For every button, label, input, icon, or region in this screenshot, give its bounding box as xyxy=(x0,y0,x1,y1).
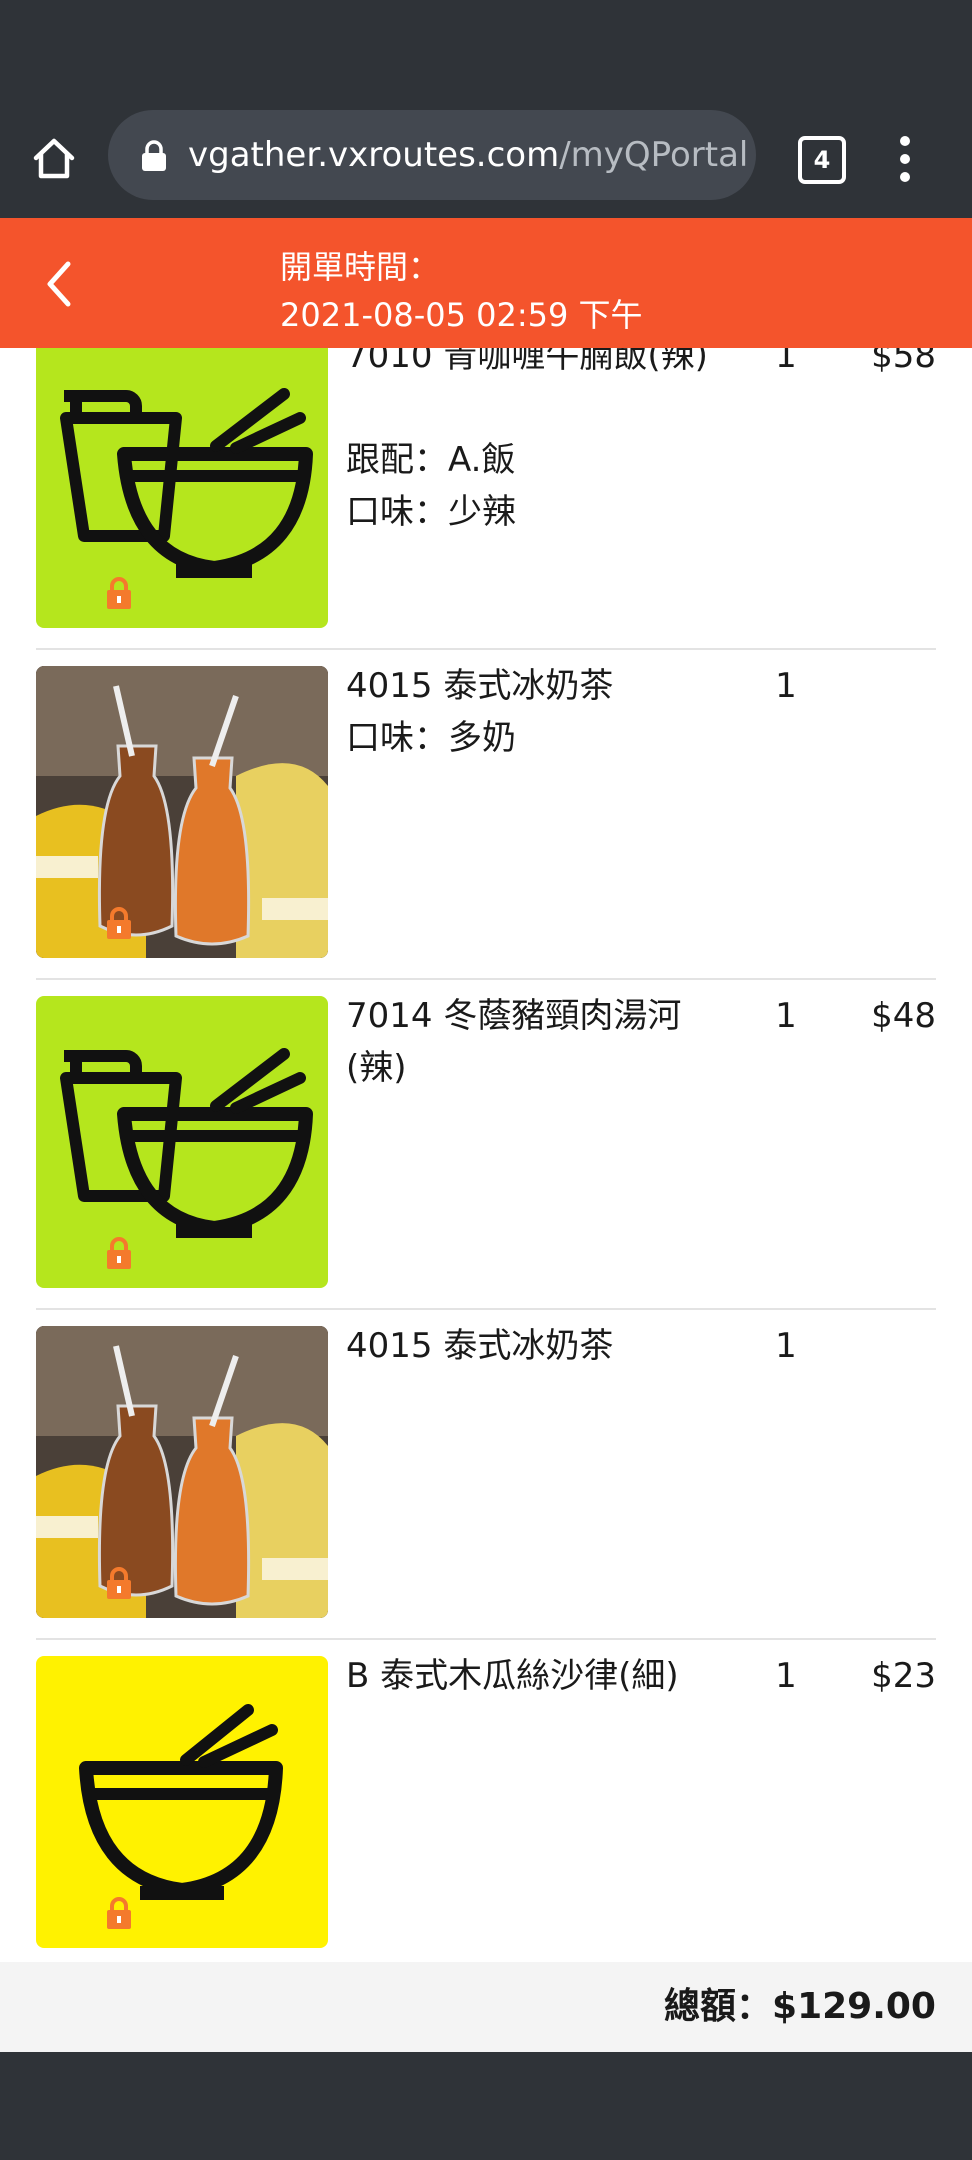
item-price: $58 xyxy=(871,348,936,376)
food-thumbnail xyxy=(36,1656,328,1948)
item-name: 4015 泰式冰奶茶 xyxy=(346,1326,614,1366)
list-item[interactable]: 4015 泰式冰奶茶 口味：多奶 1 xyxy=(36,648,936,980)
item-name: B 泰式木瓜絲沙律(細) xyxy=(346,1656,679,1696)
food-thumbnail xyxy=(36,348,328,628)
tab-switcher-button[interactable]: 4 xyxy=(798,136,846,184)
item-quantity: 1 xyxy=(775,666,797,706)
url-host: vgather.vxroutes.com xyxy=(188,135,560,175)
url-path: /myQPortal/ xyxy=(559,135,748,175)
list-item[interactable]: B 泰式木瓜絲沙律(細) 1 $23 xyxy=(36,1638,936,1962)
item-name: 7014 冬蔭豬頸肉湯河(辣) xyxy=(346,996,682,1088)
food-thumbnail xyxy=(36,996,328,1288)
more-menu-icon[interactable] xyxy=(890,134,920,184)
system-nav-bar xyxy=(0,2052,972,2160)
status-bar xyxy=(0,0,972,110)
order-header: 開單時間： 2021-08-05 02:59 下午 xyxy=(0,218,972,348)
order-time-label: 開單時間： xyxy=(280,248,441,286)
food-thumbnail xyxy=(36,1326,328,1618)
item-quantity: 1 xyxy=(775,1326,797,1366)
item-price: $48 xyxy=(871,996,936,1036)
order-total: 總額：$129.00 xyxy=(664,1986,936,2027)
list-item[interactable]: 7010 青咖喱牛腩飯(辣) 跟配：A.飯 口味：少辣 1 $58 xyxy=(36,348,936,650)
bowl-cup-icon xyxy=(60,1048,313,1238)
order-time-value: 2021-08-05 02:59 下午 xyxy=(280,296,643,334)
item-price: $23 xyxy=(871,1656,936,1696)
bowl-cup-icon xyxy=(60,388,313,578)
lock-icon xyxy=(104,576,134,610)
address-bar[interactable]: vgather.vxroutes.com/myQPortal/ xyxy=(108,110,756,200)
bowl-icon xyxy=(79,1704,283,1900)
lock-icon xyxy=(140,140,168,172)
lock-icon xyxy=(104,1566,134,1600)
browser-toolbar: vgather.vxroutes.com/myQPortal/ 4 xyxy=(0,110,972,218)
list-item[interactable]: 7014 冬蔭豬頸肉湯河(辣) 1 $48 xyxy=(36,978,936,1310)
thai-milk-tea-photo xyxy=(36,1326,328,1618)
lock-icon xyxy=(104,906,134,940)
home-icon[interactable] xyxy=(30,134,78,182)
item-name: 7010 青咖喱牛腩飯(辣) xyxy=(346,348,708,376)
item-name: 4015 泰式冰奶茶 xyxy=(346,666,614,706)
item-option: 跟配：A.飯 xyxy=(346,440,516,480)
list-item[interactable]: 4015 泰式冰奶茶 1 xyxy=(36,1308,936,1640)
food-thumbnail xyxy=(36,666,328,958)
back-arrow-icon[interactable] xyxy=(40,258,80,310)
item-quantity: 1 xyxy=(775,348,797,376)
item-quantity: 1 xyxy=(775,1656,797,1696)
item-option: 口味：少辣 xyxy=(346,492,516,532)
item-quantity: 1 xyxy=(775,996,797,1036)
item-option: 口味：多奶 xyxy=(346,718,516,758)
url-text[interactable]: vgather.vxroutes.com/myQPortal/ xyxy=(188,110,748,200)
order-item-list[interactable]: 7010 青咖喱牛腩飯(辣) 跟配：A.飯 口味：少辣 1 $58 4015 泰… xyxy=(0,348,972,1962)
total-bar: 總額：$129.00 xyxy=(0,1962,972,2052)
lock-icon xyxy=(104,1236,134,1270)
lock-icon xyxy=(104,1896,134,1930)
thai-milk-tea-photo xyxy=(36,666,328,958)
